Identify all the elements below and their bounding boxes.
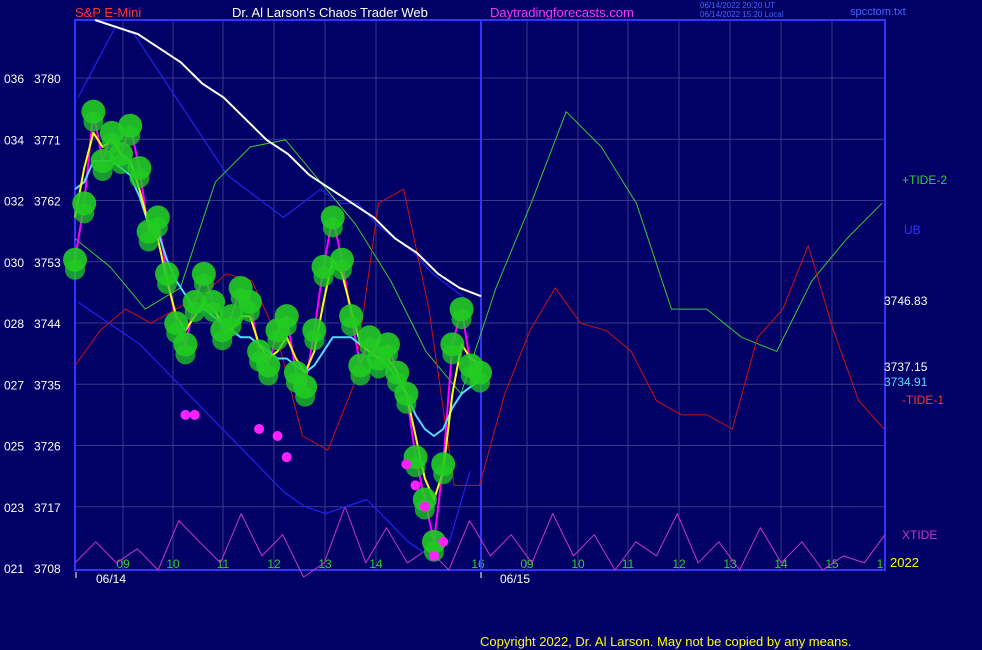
price-dot-halo: [433, 464, 454, 485]
y-tick-label-left: 021: [4, 562, 24, 576]
price-dot-halo: [175, 344, 196, 365]
x-hour-label: 12: [267, 557, 281, 571]
right-label: 3746.83: [884, 294, 928, 308]
date-label: 06/15: [500, 572, 530, 586]
cyan-ma-line: [74, 160, 481, 437]
price-dot-halo: [295, 386, 316, 407]
right-label: 3734.91: [884, 375, 928, 389]
x-hour-label: 16: [471, 557, 485, 571]
x-hour-label: 12: [672, 557, 686, 571]
y-tick-label-right: 3708: [34, 562, 61, 576]
y-tick-label-left: 032: [4, 195, 24, 209]
white-ma-line: [94, 19, 482, 298]
magenta-dot: [272, 431, 283, 442]
y-tick-label-left: 036: [4, 72, 24, 86]
chart-symbol: S&P E-Mini: [75, 5, 141, 20]
y-tick-label-left: 034: [4, 133, 24, 147]
y-tick-label-left: 025: [4, 440, 24, 454]
y-tick-label-right: 3726: [34, 440, 61, 454]
copyright: Copyright 2022, Dr. Al Larson. May not b…: [480, 634, 851, 649]
price-dot-halo: [239, 302, 260, 323]
magenta-dot: [438, 536, 449, 547]
x-hour-label: 10: [571, 557, 585, 571]
right-label: +TIDE-2: [902, 173, 947, 187]
x-hour-label: 09: [116, 557, 130, 571]
timestamp-ut: 06/14/2022 20:20 UT: [700, 1, 775, 10]
magenta-dot: [254, 423, 265, 434]
y-tick-label-right: 3753: [34, 256, 61, 270]
price-dot-halo: [442, 344, 463, 365]
price-dot-halo: [304, 330, 325, 351]
price-dot-halo: [451, 309, 472, 330]
x-hour-label: 14: [369, 557, 383, 571]
timestamp-local: 06/14/2022 15:20 Local: [700, 10, 784, 19]
y-tick-label-left: 030: [4, 256, 24, 270]
price-dot-halo: [74, 203, 95, 224]
y-tick-label-left: 028: [4, 317, 24, 331]
price-dot-halo: [129, 168, 150, 189]
tide-plus2-line: [74, 111, 883, 395]
price-dot-halo: [83, 111, 104, 132]
y-tick-label-right: 3762: [34, 195, 61, 209]
magenta-dot: [281, 452, 292, 463]
y-tick-label-left: 023: [4, 501, 24, 515]
price-dot-halo: [276, 316, 297, 337]
magenta-dot: [189, 409, 200, 420]
price-dot-halo: [258, 365, 279, 386]
chart-title: Dr. Al Larson's Chaos Trader Web: [232, 5, 428, 20]
x-hour-label: 1: [877, 557, 884, 571]
y-axis-labels: 036 3780 034 3771 032 3762 030 3753 028 3744 027 37…: [4, 72, 61, 576]
y-tick-label-right: 3717: [34, 501, 61, 515]
price-dot-halo: [221, 316, 242, 337]
price-dot-halo: [470, 372, 490, 393]
right-side-labels: +TIDE-2 UB 3746.83 3737.153734.91 -TIDE-1 XTI…: [884, 173, 947, 542]
x-hour-label: 11: [217, 557, 230, 571]
chart-canvas: S&P E-Mini Dr. Al Larson's Chaos Trader …: [4, 1, 947, 649]
price-dot-halo: [92, 161, 113, 182]
right-label: -TIDE-1: [902, 393, 944, 407]
date-label: 06/14: [96, 572, 126, 586]
magenta-dot: [428, 550, 439, 561]
price-dot-halo: [313, 266, 334, 287]
y-tick-label-left: 027: [4, 378, 24, 392]
magenta-dot: [401, 459, 412, 470]
price-dot-halo: [331, 259, 352, 280]
price-dot-halo: [396, 393, 417, 414]
price-dot-halo: [65, 259, 85, 280]
x-hour-label: 14: [774, 557, 788, 571]
right-label: XTIDE: [902, 528, 937, 542]
y-tick-label-right: 3744: [34, 317, 61, 331]
price-dot-halo: [322, 217, 343, 238]
price-dots: [63, 99, 492, 562]
site-link[interactable]: Daytradingforecasts.com: [490, 5, 634, 20]
data-file-name: spcctom.txt: [850, 6, 906, 18]
y-tick-label-right: 3780: [34, 72, 61, 86]
x-hour-label: 09: [520, 557, 534, 571]
price-dot-halo: [157, 273, 178, 294]
price-dot-halo: [147, 217, 168, 238]
year-label: 2022: [890, 555, 919, 570]
right-label: UB: [904, 223, 921, 237]
y-tick-label-right: 3771: [34, 133, 61, 147]
y-tick-label-right: 3735: [34, 378, 61, 392]
right-label: 3737.15: [884, 360, 928, 374]
price-dot-halo: [120, 125, 141, 146]
magenta-dot: [410, 480, 421, 491]
magenta-dot: [180, 409, 191, 420]
x-hour-label: 11: [622, 557, 635, 571]
price-dot-halo: [341, 316, 362, 337]
price-dot-halo: [350, 365, 371, 386]
x-hour-label: 10: [166, 557, 180, 571]
magenta-dot: [419, 501, 430, 512]
